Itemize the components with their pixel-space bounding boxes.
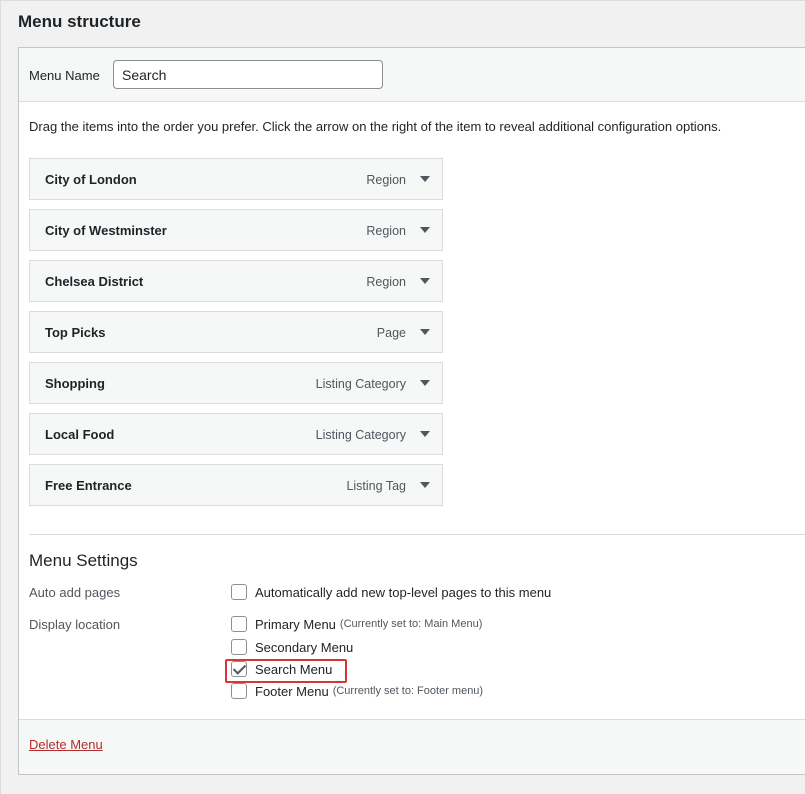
menu-editor: Menu structure Menu Name Drag the items … <box>0 0 805 794</box>
location-label: Footer Menu <box>255 683 329 699</box>
menu-item[interactable]: City of London Region <box>29 158 443 200</box>
auto-add-option[interactable]: Automatically add new top-level pages to… <box>231 584 551 600</box>
location-label: Primary Menu <box>255 616 336 632</box>
location-label: Secondary Menu <box>255 639 354 655</box>
menu-name-label: Menu Name <box>29 68 100 83</box>
menu-item-type: Page <box>376 326 406 340</box>
expand-arrow-icon[interactable] <box>420 380 430 386</box>
menu-item[interactable]: Free Entrance Listing Tag <box>29 464 443 506</box>
expand-arrow-icon[interactable] <box>420 482 430 488</box>
display-location-label: Display location <box>29 617 121 632</box>
auto-add-option-label: Automatically add new top-level pages to… <box>255 584 552 600</box>
search-menu-highlight-box <box>225 659 347 683</box>
menu-item-type: Region <box>366 224 406 238</box>
expand-arrow-icon[interactable] <box>420 329 430 335</box>
primary-menu-checkbox[interactable] <box>231 616 247 632</box>
auto-add-label: Auto add pages <box>29 585 121 600</box>
menu-item[interactable]: City of Westminster Region <box>29 209 443 251</box>
location-note: (Currently set to: Main Menu) <box>339 618 483 630</box>
menu-settings-title: Menu Settings <box>29 551 138 570</box>
location-secondary-menu[interactable]: Secondary Menu <box>231 639 353 655</box>
menu-items-list: City of London Region City of Westminste… <box>29 158 443 515</box>
location-note: (Currently set to: Footer menu) <box>332 685 484 697</box>
expand-arrow-icon[interactable] <box>420 278 430 284</box>
menu-item-type: Region <box>366 173 406 187</box>
delete-menu-link[interactable]: Delete Menu <box>29 737 103 752</box>
menu-item-title: Chelsea District <box>45 274 144 289</box>
menu-panel: Menu Name Drag the items into the order … <box>18 47 805 775</box>
secondary-menu-checkbox[interactable] <box>231 639 247 655</box>
expand-arrow-icon[interactable] <box>420 227 430 233</box>
menu-item-title: Free Entrance <box>45 478 132 493</box>
menu-item-title: City of Westminster <box>45 223 167 238</box>
menu-item[interactable]: Top Picks Page <box>29 311 443 353</box>
menu-item-title: Top Picks <box>45 325 106 340</box>
menu-item-type: Listing Tag <box>346 479 406 493</box>
expand-arrow-icon[interactable] <box>420 176 430 182</box>
section-divider <box>29 534 805 535</box>
menu-item-type: Region <box>366 275 406 289</box>
menu-item-type: Listing Category <box>315 377 406 391</box>
menu-item-type: Listing Category <box>315 428 406 442</box>
menu-item-title: Local Food <box>45 427 115 442</box>
footer-menu-checkbox[interactable] <box>231 683 247 699</box>
location-primary-menu[interactable]: Primary Menu (Currently set to: Main Men… <box>231 616 482 632</box>
auto-add-checkbox[interactable] <box>231 584 247 600</box>
expand-arrow-icon[interactable] <box>420 431 430 437</box>
menu-item-title: City of London <box>45 172 137 187</box>
drag-instructions: Drag the items into the order you prefer… <box>29 119 722 134</box>
menu-item[interactable]: Local Food Listing Category <box>29 413 443 455</box>
menu-item[interactable]: Chelsea District Region <box>29 260 443 302</box>
location-footer-menu[interactable]: Footer Menu (Currently set to: Footer me… <box>231 683 483 699</box>
menu-name-input[interactable] <box>113 60 383 89</box>
menu-footer: Delete Menu <box>19 719 805 774</box>
menu-item-title: Shopping <box>45 376 105 391</box>
menu-item[interactable]: Shopping Listing Category <box>29 362 443 404</box>
menu-header: Menu Name <box>19 48 805 102</box>
page-title: Menu structure <box>18 12 141 31</box>
